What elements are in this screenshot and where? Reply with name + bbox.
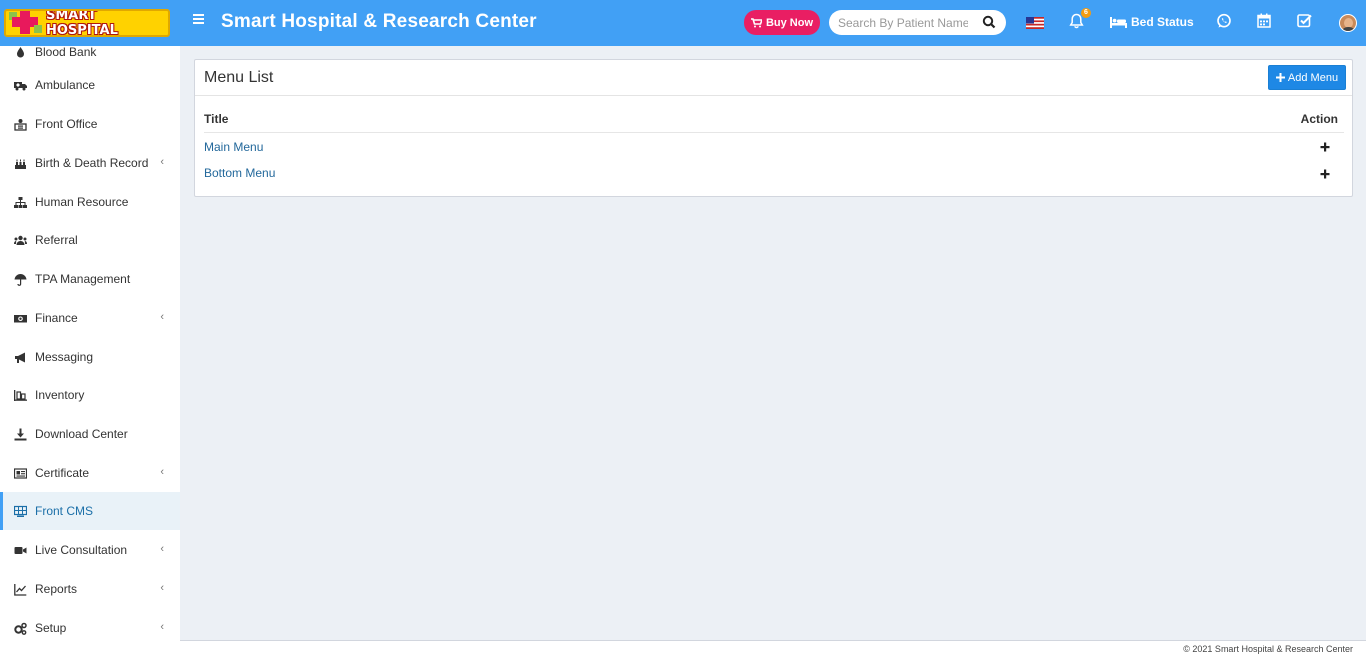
- copyright-text: © 2021 Smart Hospital & Research Center: [1183, 644, 1353, 654]
- logo[interactable]: SMART HOSPITAL: [4, 9, 170, 37]
- sidebar-item-setup[interactable]: Setup ‹: [0, 609, 180, 647]
- gears-icon: [13, 621, 28, 635]
- sidebar-item-label: Human Resource: [35, 195, 129, 209]
- bed-status-button[interactable]: Bed Status: [1110, 15, 1194, 29]
- sidebar-item-certificate[interactable]: Certificate ‹: [0, 454, 180, 492]
- cart-icon: [750, 17, 762, 27]
- search-input[interactable]: [838, 15, 968, 30]
- menu-list-box: Menu List Add Menu Title Action Main Men…: [194, 59, 1353, 197]
- line-chart-icon: [13, 582, 28, 596]
- add-menu-label: Add Menu: [1287, 71, 1339, 84]
- sidebar-item-label: Front Office: [35, 117, 98, 131]
- chevron-left-icon: ‹: [160, 311, 164, 323]
- chevron-left-icon: ‹: [160, 156, 164, 168]
- sidebar-item-birth-death-record[interactable]: Birth & Death Record ‹: [0, 144, 180, 182]
- sidebar-item-label: Front CMS: [35, 504, 94, 518]
- sidebar-item-messaging[interactable]: Messaging: [0, 338, 180, 376]
- certificate-icon: [13, 466, 28, 480]
- download-icon: [13, 427, 28, 441]
- calendar-icon[interactable]: [1257, 13, 1271, 28]
- table-divider: [204, 132, 1344, 133]
- us-flag-icon[interactable]: [1026, 17, 1044, 29]
- front-office-icon: [13, 117, 28, 131]
- main-content: Menu List Add Menu Title Action Main Men…: [180, 46, 1366, 640]
- sidebar-item-label: Download Center: [35, 427, 128, 441]
- search-icon[interactable]: [982, 15, 996, 29]
- footer: © 2021 Smart Hospital & Research Center: [180, 640, 1366, 657]
- sidebar-item-tpa-management[interactable]: TPA Management: [0, 260, 180, 298]
- bed-icon: [1110, 16, 1127, 28]
- sidebar-item-finance[interactable]: Finance ‹: [0, 299, 180, 337]
- inventory-icon: [13, 388, 28, 402]
- cms-icon: [13, 504, 28, 518]
- sidebar-item-label: Referral: [35, 233, 78, 247]
- bullhorn-icon: [13, 350, 28, 364]
- sidebar-item-ambulance[interactable]: Ambulance: [0, 66, 180, 104]
- add-item-plus-icon[interactable]: [1320, 169, 1330, 179]
- sidebar-item-label: Inventory: [35, 388, 85, 402]
- sitemap-icon: [13, 195, 28, 209]
- money-icon: [13, 311, 28, 325]
- column-header-action: Action: [1300, 112, 1338, 126]
- add-item-plus-icon[interactable]: [1320, 142, 1330, 152]
- users-icon: [13, 233, 28, 247]
- menu-toggle-icon[interactable]: [191, 12, 207, 32]
- ambulance-icon: [13, 78, 28, 92]
- bed-status-label: Bed Status: [1131, 15, 1194, 29]
- sidebar-item-label: Ambulance: [35, 78, 96, 92]
- patient-search: [829, 10, 1006, 35]
- sidebar-item-front-cms[interactable]: Front CMS: [0, 492, 180, 530]
- notification-badge: 6: [1081, 8, 1091, 18]
- logo-text: SMART HOSPITAL: [46, 9, 118, 37]
- app-title: Smart Hospital & Research Center: [221, 11, 537, 32]
- sidebar-item-label: Birth & Death Record: [35, 156, 149, 170]
- menu-link-bottom-menu[interactable]: Bottom Menu: [204, 166, 275, 180]
- buy-now-button[interactable]: Buy Now: [744, 10, 820, 35]
- top-navbar: SMART HOSPITAL Smart Hospital & Research…: [0, 0, 1366, 46]
- sidebar-item-label: Blood Bank: [35, 46, 97, 59]
- sidebar-item-label: Reports: [35, 582, 78, 596]
- video-icon: [13, 543, 28, 557]
- task-checklist-icon[interactable]: [1297, 13, 1312, 28]
- sidebar-item-front-office[interactable]: Front Office: [0, 105, 180, 143]
- sidebar-item-label: TPA Management: [35, 272, 131, 286]
- sidebar: Blood Bank Ambulance Front Office Birth …: [0, 46, 180, 657]
- sidebar-item-live-consultation[interactable]: Live Consultation ‹: [0, 531, 180, 569]
- umbrella-icon: [13, 272, 28, 286]
- plus-icon: [1275, 73, 1285, 82]
- chevron-left-icon: ‹: [160, 466, 164, 478]
- buy-now-label: Buy Now: [765, 16, 814, 29]
- sidebar-item-label: Finance: [35, 311, 78, 325]
- page-title: Menu List: [204, 69, 274, 86]
- sidebar-item-reports[interactable]: Reports ‹: [0, 570, 180, 608]
- blood-drop-icon: [13, 46, 28, 59]
- add-menu-button[interactable]: Add Menu: [1268, 65, 1346, 90]
- sidebar-item-referral[interactable]: Referral: [0, 221, 180, 259]
- chevron-left-icon: ‹: [160, 621, 164, 633]
- box-header: Menu List Add Menu: [195, 60, 1352, 96]
- user-avatar[interactable]: [1339, 14, 1357, 32]
- whatsapp-icon[interactable]: [1216, 13, 1232, 29]
- column-header-title: Title: [204, 112, 229, 126]
- birth-death-icon: [13, 156, 28, 170]
- sidebar-item-human-resource[interactable]: Human Resource: [0, 183, 180, 221]
- logo-cross-icon: [6, 11, 46, 35]
- sidebar-item-label: Live Consultation: [35, 543, 128, 557]
- chevron-left-icon: ‹: [160, 582, 164, 594]
- sidebar-item-label: Setup: [35, 621, 67, 635]
- chevron-left-icon: ‹: [160, 543, 164, 555]
- sidebar-item-download-center[interactable]: Download Center: [0, 415, 180, 453]
- sidebar-item-inventory[interactable]: Inventory: [0, 376, 180, 414]
- menu-link-main-menu[interactable]: Main Menu: [204, 140, 263, 154]
- sidebar-item-label: Certificate: [35, 466, 90, 480]
- sidebar-item-label: Messaging: [35, 350, 94, 364]
